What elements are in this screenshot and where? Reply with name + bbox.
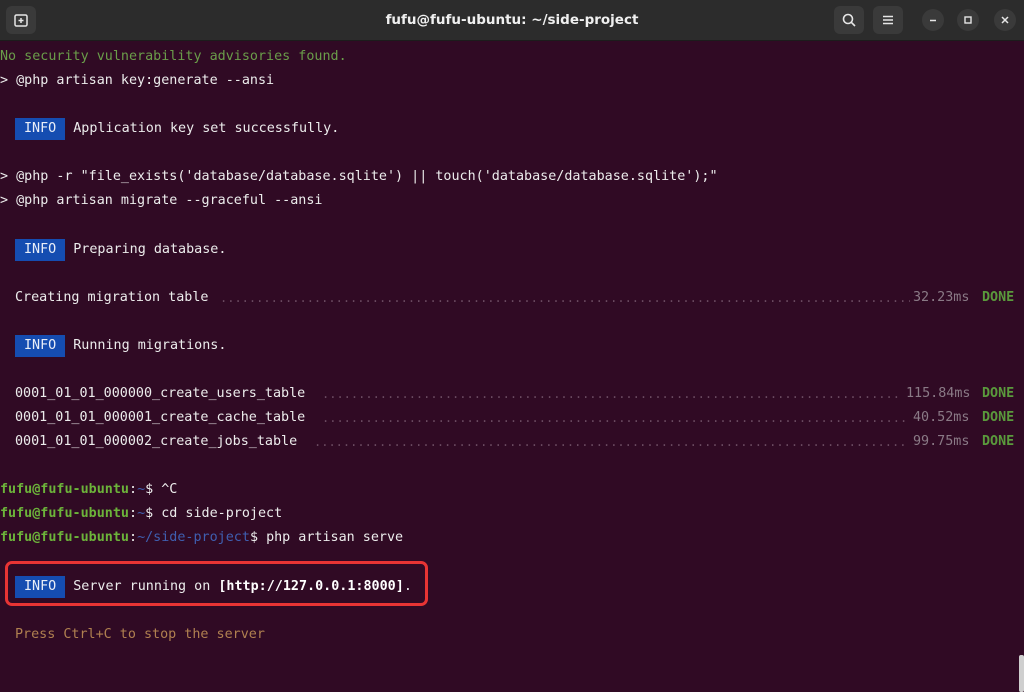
command-text: php artisan serve: [266, 530, 404, 545]
info-line-key: INFO Application key set successfully.: [15, 118, 1024, 140]
task-duration: 32.23ms: [913, 290, 970, 305]
info-message: Application key set successfully.: [73, 121, 340, 136]
prompt-user: fufu@fufu-ubuntu: [0, 482, 129, 497]
output-line-touch: > @php -r "file_exists('database/databas…: [0, 169, 718, 184]
task-name: Creating migration table: [15, 290, 209, 305]
prompt-line-cd: fufu@fufu-ubuntu:~$ cd side-project: [0, 504, 1024, 524]
close-button[interactable]: [994, 9, 1016, 31]
info-message: Running migrations.: [73, 338, 227, 353]
prompt-path: ~/side-project: [137, 530, 250, 545]
prompt-colon: :: [129, 506, 138, 521]
prompt-dollar: $: [249, 530, 267, 545]
terminal-output[interactable]: No security vulnerability advisories fou…: [0, 41, 1024, 692]
window-title: fufu@fufu-ubuntu: ~/side-project: [385, 12, 639, 28]
terminal-window: fufu@fufu-ubuntu: ~/side-project No secu…: [0, 0, 1024, 692]
migration-name: 0001_01_01_000002_create_jobs_table: [15, 434, 298, 449]
prompt-user: fufu@fufu-ubuntu: [0, 530, 129, 545]
info-message: Preparing database.: [73, 242, 227, 257]
close-icon: [1001, 16, 1009, 24]
migration-duration: 99.75ms: [913, 434, 970, 449]
new-tab-button[interactable]: [6, 6, 36, 34]
stop-hint: Press Ctrl+C to stop the server: [15, 627, 265, 642]
prompt-line-ctrlc: fufu@fufu-ubuntu:~$ ^C: [0, 480, 1024, 500]
prompt-dollar: $: [145, 482, 162, 497]
maximize-button[interactable]: [957, 9, 979, 31]
info-line-server: INFO Server running on [http://127.0.0.1:…: [15, 576, 1024, 598]
server-url[interactable]: [http://127.0.0.1:8000]: [218, 579, 403, 594]
task-dots: ........................................…: [220, 291, 910, 305]
command-text: ^C: [161, 482, 178, 497]
migration-name: 0001_01_01_000000_create_users_table: [15, 386, 306, 401]
migration-status: DONE: [982, 386, 1015, 401]
server-message: Server running on: [73, 579, 219, 594]
prompt-colon: :: [129, 530, 138, 545]
migration-name: 0001_01_01_000001_create_cache_table: [15, 410, 306, 425]
migration-duration: 40.52ms: [913, 410, 970, 425]
migration-status: DONE: [982, 410, 1015, 425]
output-line-migrate: > @php artisan migrate --graceful --ansi: [0, 193, 323, 208]
prompt-dollar: $: [145, 506, 162, 521]
server-message-end: .: [403, 579, 412, 594]
info-badge: INFO: [15, 118, 66, 140]
prompt-path: ~: [137, 482, 146, 497]
info-badge: INFO: [15, 576, 66, 598]
search-icon: [842, 13, 856, 27]
new-tab-icon: [14, 14, 28, 27]
info-line-running: INFO Running migrations.: [15, 335, 1024, 357]
maximize-icon: [964, 16, 972, 24]
migration-dots: ........................................…: [322, 411, 909, 425]
prompt-colon: :: [129, 482, 138, 497]
hamburger-menu-icon: [883, 15, 893, 25]
prompt-user: fufu@fufu-ubuntu: [0, 506, 129, 521]
migration-status: DONE: [982, 434, 1015, 449]
prompt-line-serve: fufu@fufu-ubuntu:~/side-project$ php art…: [0, 528, 1024, 548]
search-button[interactable]: [834, 6, 864, 34]
command-text: cd side-project: [161, 506, 283, 521]
migration-duration: 115.84ms: [906, 386, 971, 401]
prompt-path: ~: [137, 506, 146, 521]
minimize-icon: [930, 19, 936, 22]
info-line-prepare: INFO Preparing database.: [15, 239, 1024, 261]
menu-button[interactable]: [873, 6, 903, 34]
migration-dots: ........................................…: [314, 435, 909, 449]
task-status: DONE: [982, 290, 1015, 305]
output-line-keygen: > @php artisan key:generate --ansi: [0, 73, 275, 88]
migration-dots: ........................................…: [322, 387, 902, 401]
minimize-button[interactable]: [922, 9, 944, 31]
output-line-security: No security vulnerability advisories fou…: [0, 49, 347, 64]
title-bar: fufu@fufu-ubuntu: ~/side-project: [0, 0, 1024, 41]
scrollbar[interactable]: [1019, 655, 1024, 692]
info-badge: INFO: [15, 335, 66, 357]
info-badge: INFO: [15, 239, 66, 261]
